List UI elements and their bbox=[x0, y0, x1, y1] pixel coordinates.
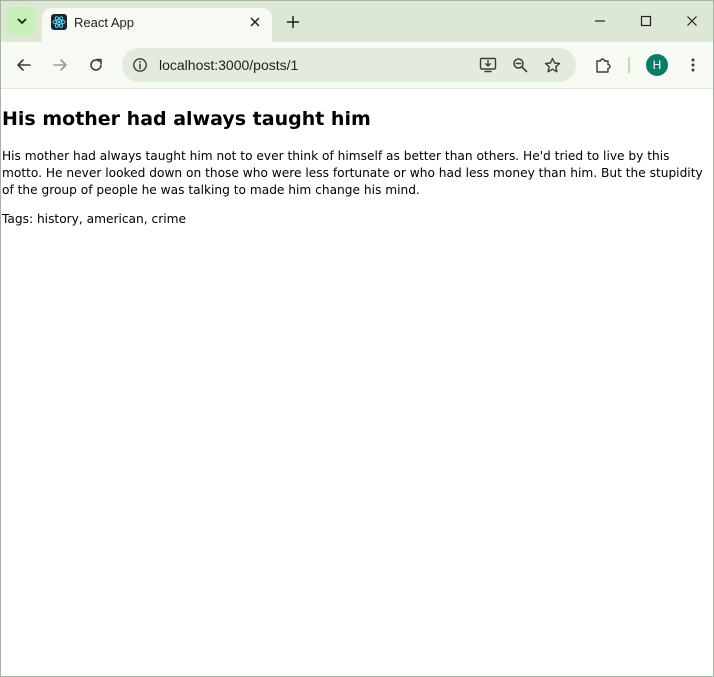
arrow-right-icon bbox=[52, 57, 68, 73]
install-app-icon bbox=[479, 56, 497, 74]
close-tab-button[interactable] bbox=[246, 13, 264, 31]
tab-title: React App bbox=[74, 15, 134, 30]
address-bar[interactable]: localhost:3000/posts/1 bbox=[122, 48, 576, 82]
reload-icon bbox=[88, 57, 104, 73]
tab-search-button[interactable] bbox=[7, 7, 36, 35]
zoom-button[interactable] bbox=[510, 55, 530, 75]
post-body: His mother had always taught him not to … bbox=[2, 149, 703, 197]
post-tags: Tags: history, american, crime bbox=[2, 212, 186, 226]
minimize-icon bbox=[594, 15, 606, 27]
browser-toolbar: localhost:3000/posts/1 H bbox=[1, 42, 713, 89]
post-title: His mother had always taught him bbox=[2, 108, 371, 130]
maximize-icon bbox=[640, 15, 652, 27]
new-tab-button[interactable] bbox=[283, 12, 303, 32]
bookmark-button[interactable] bbox=[542, 55, 562, 75]
minimize-button[interactable] bbox=[588, 9, 612, 33]
toolbar-divider bbox=[628, 57, 630, 73]
chevron-down-icon bbox=[16, 15, 28, 27]
react-icon bbox=[51, 14, 67, 30]
info-icon bbox=[132, 57, 148, 73]
page-content: His mother had always taught him His mot… bbox=[1, 89, 713, 676]
url-text[interactable]: localhost:3000/posts/1 bbox=[159, 57, 298, 73]
install-app-button[interactable] bbox=[478, 55, 498, 75]
maximize-button[interactable] bbox=[634, 9, 658, 33]
close-icon bbox=[250, 17, 260, 27]
star-icon bbox=[544, 57, 561, 74]
tab-strip: React App bbox=[1, 1, 713, 42]
zoom-out-icon bbox=[512, 57, 528, 73]
browser-window: React App localhost:3000/posts/1 H His m… bbox=[0, 0, 714, 677]
arrow-left-icon bbox=[16, 57, 32, 73]
site-info-button[interactable] bbox=[130, 55, 150, 75]
profile-avatar-button[interactable]: H bbox=[646, 54, 668, 76]
close-icon bbox=[686, 15, 698, 27]
kebab-menu-icon bbox=[685, 57, 701, 73]
close-window-button[interactable] bbox=[680, 9, 704, 33]
forward-button[interactable] bbox=[48, 53, 72, 77]
extensions-button[interactable] bbox=[591, 53, 615, 77]
browser-menu-button[interactable] bbox=[681, 53, 705, 77]
tab-react-app[interactable]: React App bbox=[42, 8, 272, 42]
back-button[interactable] bbox=[12, 53, 36, 77]
plus-icon bbox=[286, 15, 300, 29]
reload-button[interactable] bbox=[84, 53, 108, 77]
puzzle-icon bbox=[594, 56, 612, 74]
